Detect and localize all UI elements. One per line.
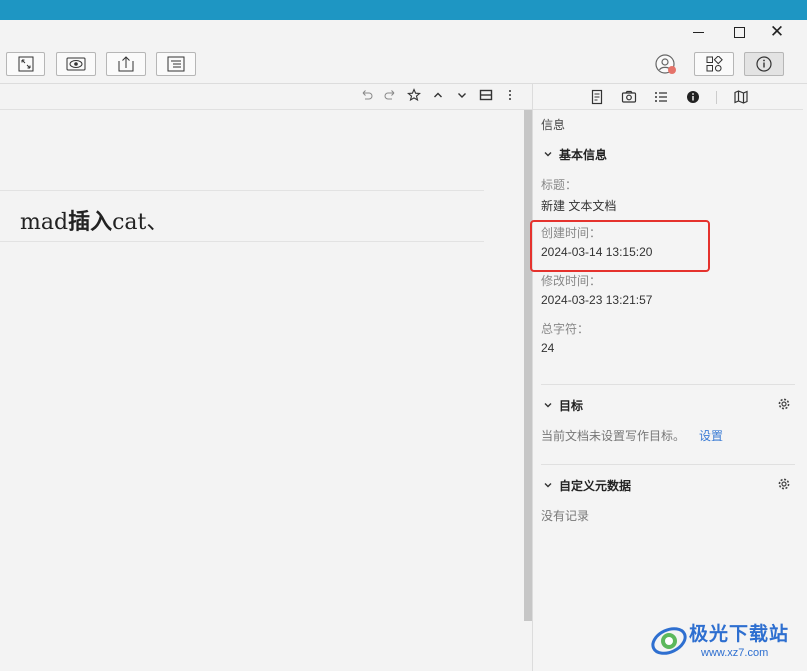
user-status-button[interactable] xyxy=(654,53,678,77)
top-accent-bar xyxy=(0,0,807,20)
highlight-box-created-time xyxy=(530,220,710,272)
section-goal-header[interactable]: 目标 xyxy=(543,397,583,414)
maximize-icon[interactable] xyxy=(731,24,747,40)
text-bold-insert: 插入 xyxy=(68,210,113,235)
widgets-icon xyxy=(706,56,723,72)
chevron-down-icon[interactable] xyxy=(454,88,470,104)
expand-button[interactable] xyxy=(6,52,45,76)
redo-icon[interactable] xyxy=(382,88,398,104)
chevron-down-icon xyxy=(543,148,553,162)
user-status-icon xyxy=(655,54,676,74)
document-text[interactable]: mad插入cat、 xyxy=(20,204,168,236)
close-icon[interactable]: ✕ xyxy=(769,23,785,40)
info-button[interactable] xyxy=(744,52,784,76)
watermark-url: www.xz7.com xyxy=(701,647,769,659)
editor-line-divider xyxy=(0,190,484,191)
preview-button[interactable] xyxy=(56,52,96,76)
info-sidebar: 信息 基本信息 标题： 新建 文本文档 创建时间： 2024-03-14 13:… xyxy=(533,84,807,671)
section-divider xyxy=(541,384,795,385)
watermark: 极光下载站 www.xz7.com xyxy=(649,615,799,665)
editor-area[interactable]: mad插入cat、 xyxy=(0,110,524,671)
tab-list[interactable] xyxy=(653,89,669,105)
export-icon xyxy=(118,56,134,72)
info-icon xyxy=(756,56,772,72)
char-count-value: 24 xyxy=(541,341,555,355)
more-vertical-icon[interactable] xyxy=(502,88,518,104)
watermark-site-name: 极光下载站 xyxy=(689,624,790,645)
section-metadata-title: 自定义元数据 xyxy=(559,479,632,493)
title-label: 标题： xyxy=(541,178,578,192)
modified-time-label: 修改时间： xyxy=(541,274,602,288)
tab-info[interactable] xyxy=(685,89,701,105)
sidebar-tabs xyxy=(533,84,803,110)
char-count-label: 总字符： xyxy=(541,322,590,336)
split-view-icon[interactable] xyxy=(478,88,494,104)
tab-snapshot[interactable] xyxy=(621,89,637,105)
metadata-empty-text: 没有记录 xyxy=(541,509,590,523)
aurora-logo-icon xyxy=(651,627,687,655)
section-goal-title: 目标 xyxy=(559,399,584,413)
chevron-down-icon xyxy=(543,479,553,493)
star-icon[interactable] xyxy=(406,88,422,104)
tab-outline-file[interactable] xyxy=(589,89,605,105)
metadata-gear-icon[interactable] xyxy=(777,477,791,491)
main-toolbar xyxy=(0,44,807,84)
widgets-button[interactable] xyxy=(694,52,734,76)
expand-icon xyxy=(18,56,33,72)
layout-icon xyxy=(167,56,185,72)
chevron-up-icon[interactable] xyxy=(430,88,446,104)
editor-header-bar xyxy=(0,84,533,110)
editor-scrollbar[interactable] xyxy=(524,110,532,621)
list-icon xyxy=(655,92,667,102)
preview-eye-icon xyxy=(66,57,86,71)
modified-time-value: 2024-03-23 13:21:57 xyxy=(541,293,653,307)
window-controls: ✕ xyxy=(667,20,807,44)
map-icon xyxy=(734,90,748,104)
layout-button[interactable] xyxy=(156,52,196,76)
text-mad: mad xyxy=(20,210,69,235)
file-icon xyxy=(591,89,603,105)
chevron-down-icon xyxy=(543,399,553,413)
section-basic-info-header[interactable]: 基本信息 xyxy=(543,146,607,163)
tab-map[interactable] xyxy=(733,89,749,105)
camera-icon xyxy=(621,90,637,103)
section-divider xyxy=(541,464,795,465)
goal-description: 当前文档未设置写作目标。 设置 xyxy=(541,427,723,444)
scrollbar-track xyxy=(524,621,532,671)
panel-title: 信息 xyxy=(541,118,566,132)
section-basic-info-title: 基本信息 xyxy=(559,148,608,162)
goal-settings-link[interactable]: 设置 xyxy=(699,429,723,443)
section-metadata-header[interactable]: 自定义元数据 xyxy=(543,477,631,494)
editor-line-divider xyxy=(0,241,484,242)
undo-icon[interactable] xyxy=(359,88,375,104)
goal-gear-icon[interactable] xyxy=(777,397,791,411)
title-value: 新建 文本文档 xyxy=(541,199,617,213)
export-button[interactable] xyxy=(106,52,146,76)
tab-separator xyxy=(716,91,717,104)
text-cat: cat、 xyxy=(112,210,169,235)
goal-text: 当前文档未设置写作目标。 xyxy=(541,429,686,443)
info-filled-icon xyxy=(687,91,699,103)
minimize-icon[interactable] xyxy=(691,24,707,40)
